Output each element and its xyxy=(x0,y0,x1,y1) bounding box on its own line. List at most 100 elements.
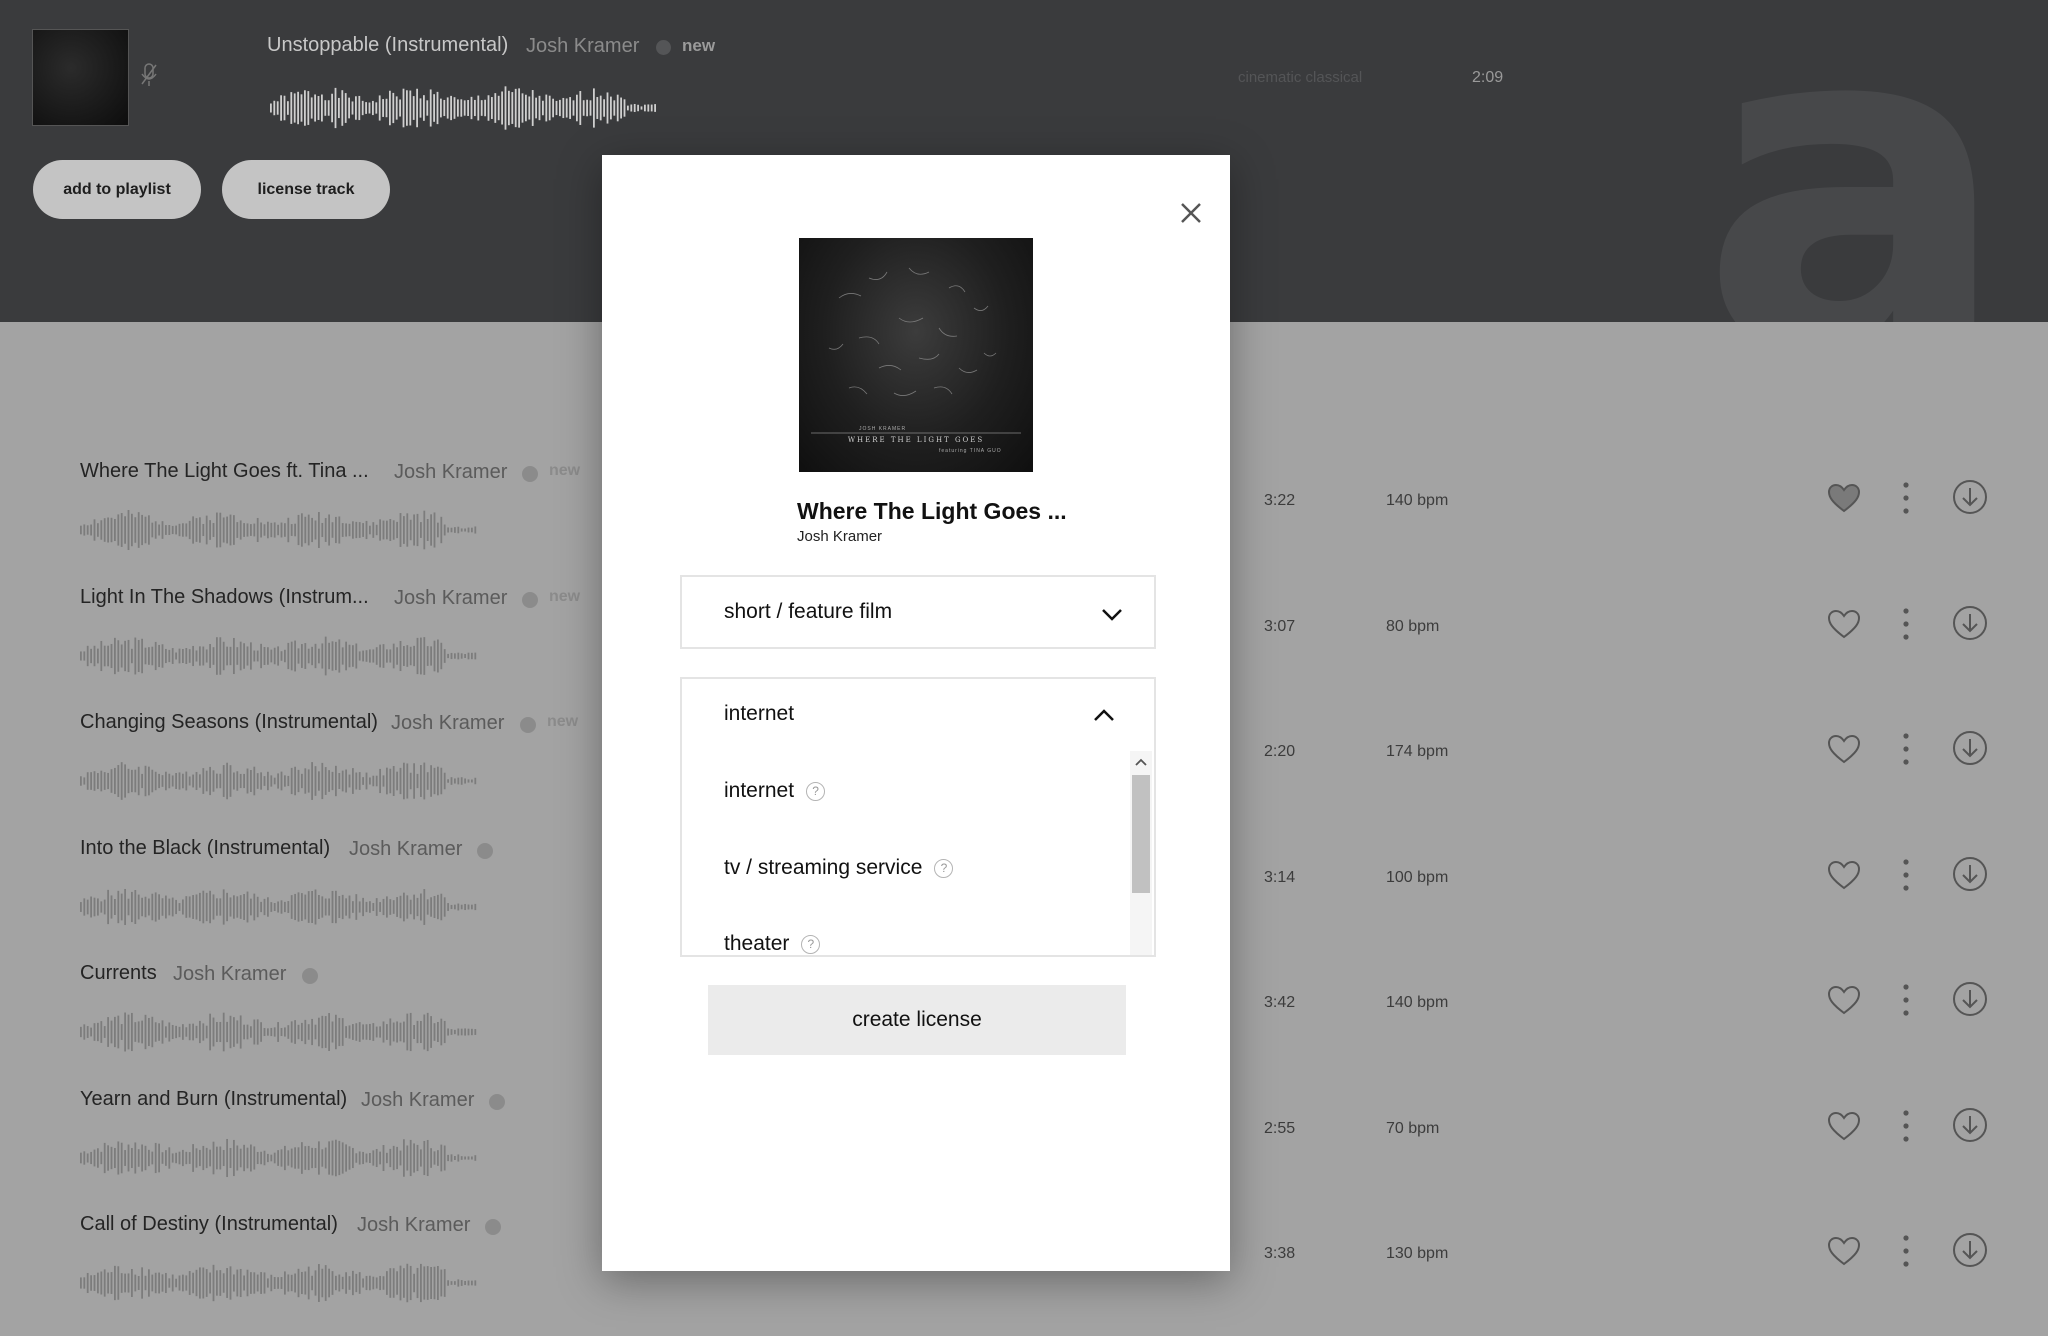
track-title[interactable]: Where The Light Goes ft. Tina ... xyxy=(80,460,369,483)
heart-icon[interactable] xyxy=(1826,1235,1862,1267)
now-playing-waveform[interactable] xyxy=(270,86,660,130)
download-icon[interactable] xyxy=(1950,854,1990,894)
more-vertical-icon[interactable] xyxy=(1890,1106,1922,1146)
add-to-playlist-button[interactable]: add to playlist xyxy=(33,160,201,219)
waveform-bar xyxy=(144,1014,147,1050)
waveform-bar xyxy=(263,1150,266,1165)
download-icon[interactable] xyxy=(1950,1230,1990,1270)
waveform-bar xyxy=(202,523,205,537)
waveform-bar xyxy=(270,103,272,113)
track-waveform[interactable] xyxy=(80,1138,480,1178)
track-title[interactable]: Currents xyxy=(80,962,157,985)
waveform-bar xyxy=(623,99,626,117)
track-artist[interactable]: Josh Kramer xyxy=(394,461,507,484)
waveform-bar xyxy=(450,1029,453,1035)
waveform-bar xyxy=(192,1023,194,1041)
media-option-tv-streaming[interactable]: tv / streaming service? xyxy=(724,856,954,880)
heart-icon[interactable] xyxy=(1826,1110,1862,1142)
waveform-bar xyxy=(168,773,171,789)
more-vertical-icon[interactable] xyxy=(1890,478,1922,518)
heart-icon[interactable] xyxy=(1826,859,1862,891)
scrollbar-thumb[interactable] xyxy=(1132,775,1150,893)
waveform-bar xyxy=(93,1149,96,1166)
track-artist[interactable]: Josh Kramer xyxy=(173,963,286,986)
track-artist[interactable]: Josh Kramer xyxy=(391,712,504,735)
track-title[interactable]: Call of Destiny (Instrumental) xyxy=(80,1213,338,1236)
track-artist[interactable]: Josh Kramer xyxy=(357,1214,470,1237)
waveform-bar xyxy=(386,895,388,918)
waveform-bar xyxy=(90,1027,92,1037)
waveform-bar xyxy=(267,1153,269,1162)
waveform-bar xyxy=(382,99,384,117)
track-waveform[interactable] xyxy=(80,1012,480,1052)
waveform-bar xyxy=(420,522,422,538)
more-vertical-icon[interactable] xyxy=(1890,855,1922,895)
waveform-bar xyxy=(144,1145,147,1170)
track-waveform[interactable] xyxy=(80,636,480,676)
track-title[interactable]: Changing Seasons (Instrumental) xyxy=(80,711,378,734)
waveform-bar xyxy=(318,1140,320,1175)
track-artist[interactable]: Josh Kramer xyxy=(349,838,462,861)
heart-icon[interactable] xyxy=(1826,984,1862,1016)
project-type-select[interactable]: short / feature film xyxy=(680,575,1156,649)
waveform-bar xyxy=(165,525,167,535)
track-waveform[interactable] xyxy=(80,1263,480,1303)
mic-off-icon[interactable] xyxy=(140,62,158,94)
waveform-bar xyxy=(134,517,137,543)
dropdown-scrollbar[interactable] xyxy=(1130,751,1152,955)
track-waveform[interactable] xyxy=(80,761,480,801)
track-waveform[interactable] xyxy=(80,887,480,927)
scroll-up-icon[interactable] xyxy=(1133,755,1149,769)
heart-icon[interactable] xyxy=(1826,608,1862,640)
track-duration: 3:42 xyxy=(1264,994,1296,1011)
waveform-bar xyxy=(202,768,205,794)
license-track-button[interactable]: license track xyxy=(222,160,390,219)
waveform-bar xyxy=(362,1151,364,1164)
waveform-bar xyxy=(403,1138,405,1177)
waveform-bar xyxy=(182,648,184,663)
waveform-bar xyxy=(474,777,477,785)
more-vertical-icon[interactable] xyxy=(1890,604,1922,644)
waveform-bar xyxy=(372,100,374,116)
track-artist[interactable]: Josh Kramer xyxy=(394,587,507,610)
media-option-internet[interactable]: internet? xyxy=(724,779,826,803)
waveform-bar xyxy=(131,891,133,922)
more-vertical-icon[interactable] xyxy=(1890,980,1922,1020)
waveform-bar xyxy=(131,1269,133,1297)
waveform-bar xyxy=(406,1013,409,1051)
waveform-bar xyxy=(290,1021,293,1043)
track-title[interactable]: Yearn and Burn (Instrumental) xyxy=(80,1088,347,1111)
waveform-bar xyxy=(134,637,137,674)
now-playing-title[interactable]: Unstoppable (Instrumental) xyxy=(267,34,508,57)
download-icon[interactable] xyxy=(1950,979,1990,1019)
track-title[interactable]: Light In The Shadows (Instrum... xyxy=(80,586,369,609)
help-icon[interactable]: ? xyxy=(801,935,821,954)
heart-icon[interactable] xyxy=(1826,482,1862,514)
now-playing-cover[interactable] xyxy=(32,29,129,126)
help-icon[interactable]: ? xyxy=(934,859,954,878)
download-icon[interactable] xyxy=(1950,603,1990,643)
create-license-button[interactable]: create license xyxy=(708,985,1126,1055)
download-icon[interactable] xyxy=(1950,1105,1990,1145)
media-option-theater[interactable]: theater? xyxy=(724,932,821,955)
waveform-bar xyxy=(188,1151,191,1164)
waveform-bar xyxy=(161,643,164,668)
media-select-header[interactable]: internet xyxy=(682,679,1154,753)
genre-tags[interactable]: cinematic classical xyxy=(1238,69,1362,86)
download-icon[interactable] xyxy=(1950,728,1990,768)
more-vertical-icon[interactable] xyxy=(1890,729,1922,769)
track-waveform[interactable] xyxy=(80,510,480,550)
waveform-bar xyxy=(348,1276,351,1290)
option-label: theater xyxy=(724,932,790,955)
close-icon[interactable] xyxy=(1173,195,1209,231)
help-icon[interactable]: ? xyxy=(806,782,826,801)
now-playing-artist[interactable]: Josh Kramer xyxy=(526,35,639,58)
heart-icon[interactable] xyxy=(1826,733,1862,765)
track-title[interactable]: Into the Black (Instrumental) xyxy=(80,837,330,860)
more-vertical-icon[interactable] xyxy=(1890,1231,1922,1271)
download-icon[interactable] xyxy=(1950,477,1990,517)
waveform-bar xyxy=(301,892,303,921)
track-artist[interactable]: Josh Kramer xyxy=(361,1089,474,1112)
waveform-bar xyxy=(212,1017,215,1047)
waveform-bar xyxy=(233,1274,235,1292)
